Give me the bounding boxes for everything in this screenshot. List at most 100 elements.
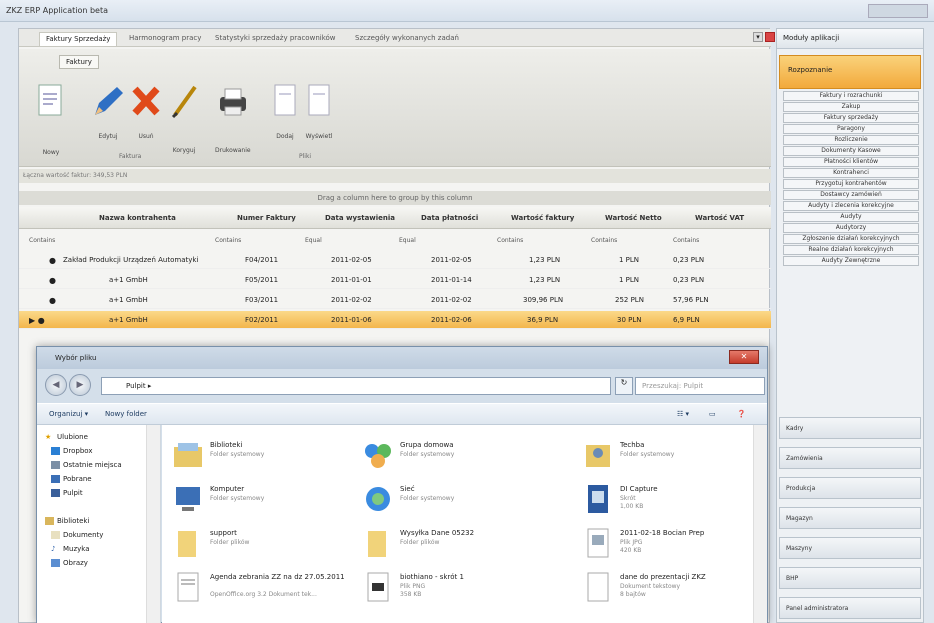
file-list-scrollbar[interactable] — [753, 425, 767, 623]
filter-vat[interactable]: Contains — [673, 237, 699, 244]
module-item[interactable]: Dokumenty Kasowe — [783, 146, 919, 156]
nav-scrollbar[interactable] — [146, 425, 160, 623]
col-invoice-number[interactable]: Numer Faktury — [237, 214, 296, 222]
nav-libraries[interactable]: Biblioteki — [45, 517, 89, 525]
module-category[interactable]: Kadry — [779, 417, 921, 439]
nav-recent[interactable]: Ostatnie miejsca — [51, 461, 122, 469]
filter-due[interactable]: Equal — [399, 237, 416, 244]
tab-szczegoly[interactable]: Szczegóły wykonanych zadań — [349, 32, 465, 46]
filter-number[interactable]: Contains — [215, 237, 241, 244]
refresh-icon[interactable]: ↻ — [615, 377, 633, 395]
filter-contractor[interactable]: Contains — [29, 237, 55, 244]
cell-contractor: a+1 GmbH — [109, 316, 148, 324]
tab-statystyki[interactable]: Statystyki sprzedaży pracowników — [209, 32, 342, 46]
nav-desktop[interactable]: Pulpit — [51, 489, 83, 497]
cell-number: F02/2011 — [245, 316, 279, 324]
module-category[interactable]: BHP — [779, 567, 921, 589]
module-item[interactable]: Rozliczenie — [783, 135, 919, 145]
table-row[interactable]: ● a+1 GmbH F05/2011 2011-01-01 2011-01-1… — [19, 271, 771, 289]
back-arrow-icon[interactable]: ◀ — [45, 374, 67, 396]
correct-button[interactable]: Koryguj — [169, 83, 199, 154]
nav-downloads[interactable]: Pobrane — [51, 475, 92, 483]
nav-pictures[interactable]: Obrazy — [51, 559, 88, 567]
window-controls[interactable] — [868, 4, 928, 18]
filter-value[interactable]: Contains — [497, 237, 523, 244]
table-row-selected[interactable]: ▶ ● a+1 GmbH F02/2011 2011-01-06 2011-02… — [19, 311, 771, 329]
col-due-date[interactable]: Data płatności — [421, 214, 478, 222]
organize-button[interactable]: Organizuj ▾ — [49, 410, 88, 418]
nav-dropbox[interactable]: Dropbox — [51, 447, 93, 455]
group-by-bar[interactable]: Drag a column here to group by this colu… — [19, 191, 771, 205]
filter-net[interactable]: Contains — [591, 237, 617, 244]
file-item[interactable]: 2011-02-18 Bocian Prep Plik JPG 420 KB — [582, 527, 772, 567]
file-item[interactable]: Biblioteki Folder systemowy — [172, 439, 362, 479]
filter-issue[interactable]: Equal — [305, 237, 322, 244]
edit-button[interactable]: Edytuj — [91, 83, 125, 140]
module-item[interactable]: Audytorzy — [783, 223, 919, 233]
module-category[interactable]: Maszyny — [779, 537, 921, 559]
tab-harmonogram[interactable]: Harmonogram pracy — [123, 32, 207, 46]
module-item[interactable]: Faktury sprzedaży — [783, 113, 919, 123]
tab-close-button[interactable] — [765, 32, 775, 42]
module-category[interactable]: Magazyn — [779, 507, 921, 529]
col-contractor[interactable]: Nazwa kontrahenta — [99, 214, 176, 222]
module-item[interactable]: Zakup — [783, 102, 919, 112]
table-row[interactable]: ● a+1 GmbH F03/2011 2011-02-02 2011-02-0… — [19, 291, 771, 309]
module-item[interactable]: Paragony — [783, 124, 919, 134]
delete-button[interactable]: Usuń — [129, 83, 163, 140]
module-item[interactable]: Płatności klientów — [783, 157, 919, 167]
module-item[interactable]: Kontrahenci — [783, 168, 919, 178]
file-type: Folder systemowy — [400, 495, 455, 502]
module-item[interactable]: Faktury i rozrachunki — [783, 91, 919, 101]
file-item[interactable]: Grupa domowa Folder systemowy — [362, 439, 552, 479]
file-item[interactable]: Agenda zebrania ZZ na dz 27.05.2011 Open… — [172, 571, 362, 611]
preview-pane-icon[interactable]: ▭ — [709, 410, 716, 418]
module-item[interactable]: Przygotuj kontrahentów — [783, 179, 919, 189]
search-input[interactable]: Przeszukaj: Pulpit — [635, 377, 765, 395]
module-category[interactable]: Panel administratora — [779, 597, 921, 619]
help-icon[interactable]: ❓ — [737, 410, 746, 418]
new-folder-button[interactable]: Nowy folder — [105, 410, 147, 418]
file-item[interactable]: biothiano - skrót 1 Plik PNG 358 KB — [362, 571, 552, 611]
file-item[interactable]: DI Capture Skrót 1,00 KB — [582, 483, 772, 523]
add-file-button[interactable]: Dodaj — [271, 83, 299, 140]
module-item[interactable]: Realne działań korekcyjnych — [783, 245, 919, 255]
tab-menu-button[interactable]: ▾ — [753, 32, 763, 42]
close-icon[interactable]: ✕ — [729, 350, 759, 364]
print-button[interactable]: Drukowanie — [215, 83, 251, 154]
address-bar[interactable]: Pulpit ▸ — [101, 377, 611, 395]
file-item[interactable]: Techba Folder systemowy — [582, 439, 772, 479]
col-issue-date[interactable]: Data wystawienia — [325, 214, 395, 222]
module-item[interactable]: Audyty i zlecenia korekcyjne — [783, 201, 919, 211]
cell-vat: 0,23 PLN — [673, 276, 705, 284]
nav-music[interactable]: ♪ Muzyka — [51, 545, 90, 553]
view-options-icon[interactable]: ☷ ▾ — [677, 410, 689, 418]
file-item[interactable]: support Folder plików — [172, 527, 362, 567]
new-invoice-button[interactable]: Nowy — [35, 83, 67, 156]
file-item[interactable]: Sieć Folder systemowy — [362, 483, 552, 523]
group-label-faktura: Faktura — [119, 153, 142, 160]
module-item[interactable]: Zgłoszenie działań korekcyjnych — [783, 234, 919, 244]
module-item[interactable]: Audyty Zewnętrzne — [783, 256, 919, 266]
module-item[interactable]: Dostawcy zamówień — [783, 190, 919, 200]
forward-arrow-icon[interactable]: ▶ — [69, 374, 91, 396]
cell-value: 309,96 PLN — [523, 296, 564, 304]
col-invoice-value[interactable]: Wartość faktury — [511, 214, 574, 222]
ribbon-tab-faktury[interactable]: Faktury — [59, 55, 99, 69]
col-net-value[interactable]: Wartość Netto — [605, 214, 662, 222]
file-item[interactable]: dane do prezentacji ZKZ Dokument tekstow… — [582, 571, 772, 611]
nav-documents[interactable]: Dokumenty — [51, 531, 103, 539]
nav-favorites[interactable]: ★ Ulubione — [45, 433, 88, 441]
module-category[interactable]: Zamówienia — [779, 447, 921, 469]
file-list: Biblioteki Folder systemowy Grupa domowa… — [162, 425, 767, 623]
file-item[interactable]: Komputer Folder systemowy — [172, 483, 362, 523]
table-row[interactable]: ● Zakład Produkcji Urządzeń Automatyki F… — [19, 251, 771, 269]
show-file-button[interactable]: Wyświetl — [305, 83, 333, 140]
module-item[interactable]: Audyty — [783, 212, 919, 222]
module-category[interactable]: Produkcja — [779, 477, 921, 499]
module-active[interactable]: Rozpoznanie — [779, 55, 921, 89]
tab-faktury-sprzedazy[interactable]: Faktury Sprzedaży — [39, 32, 118, 46]
col-vat-value[interactable]: Wartość VAT — [695, 214, 744, 222]
file-item[interactable]: Wysyłka Dane 05232 Folder plików — [362, 527, 552, 567]
music-icon: ♪ — [51, 545, 56, 553]
